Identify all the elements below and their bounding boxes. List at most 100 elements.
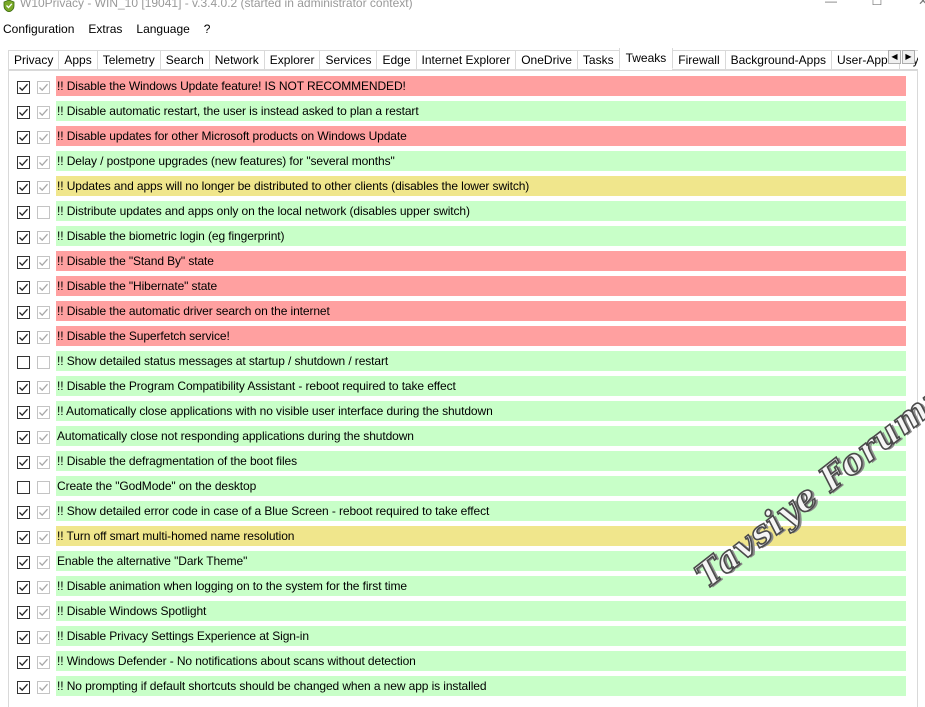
tab-internet-explorer[interactable]: Internet Explorer [415,50,517,70]
setting-label[interactable]: !! Disable automatic restart, the user i… [56,101,906,121]
setting-checkbox[interactable] [17,431,30,444]
setting-checkbox[interactable] [17,81,30,94]
setting-row: !! Disable animation when logging on to … [9,573,919,598]
setting-label[interactable]: !! Disable updates for other Microsoft p… [56,126,906,146]
title-bar: W10Privacy - WIN_10 [19041] - v.3.4.0.2 … [0,0,925,18]
setting-checkbox[interactable] [17,231,30,244]
recommended-checkbox [37,306,50,319]
setting-checkbox[interactable] [17,206,30,219]
setting-label[interactable]: Automatically close not responding appli… [56,426,906,446]
setting-checkbox[interactable] [17,631,30,644]
setting-label[interactable]: !! Disable Windows Spotlight [56,601,906,621]
setting-label[interactable]: !! Disable the Windows Update feature! I… [56,76,906,96]
tab-list: Privacy Apps Telemetry Search Network Explore… [8,48,918,70]
recommended-checkbox [37,206,50,219]
setting-checkbox[interactable] [17,606,30,619]
close-button[interactable]: ✕ [900,0,925,14]
setting-checkbox[interactable] [17,131,30,144]
setting-label[interactable]: !! Show detailed status messages at star… [56,351,906,371]
setting-label[interactable]: !! Disable animation when logging on to … [56,576,906,596]
setting-checkbox[interactable] [17,331,30,344]
setting-checkbox[interactable] [17,381,30,394]
checkmark-icon [39,458,48,467]
setting-label[interactable]: !! Disable the Program Compatibility Ass… [56,376,906,396]
checkmark-icon [39,333,48,342]
checkmark-icon [39,533,48,542]
checkmark-icon [39,683,48,692]
setting-label[interactable]: !! Disable Privacy Settings Experience a… [56,626,906,646]
recommended-checkbox [37,556,50,569]
recommended-checkbox [37,181,50,194]
setting-row: !! Disable the automatic driver search o… [9,298,919,323]
tab-background-apps[interactable]: Background-Apps [724,50,833,70]
checkmark-icon [19,233,28,242]
maximize-button[interactable]: ☐ [854,0,900,14]
setting-label[interactable]: !! Disable the biometric login (eg finge… [56,226,906,246]
checkmark-icon [19,283,28,292]
tab-onedrive[interactable]: OneDrive [515,50,578,70]
setting-checkbox[interactable] [17,406,30,419]
tab-scroll-left-button[interactable]: ◀ [888,50,901,64]
setting-checkbox[interactable] [17,356,30,369]
menu-language[interactable]: Language [132,22,193,36]
setting-label[interactable]: !! Disable the "Hibernate" state [56,276,906,296]
setting-label[interactable]: Enable the alternative "Dark Theme" [56,551,906,571]
menu-help[interactable]: ? [200,22,215,36]
setting-row: !! Disable updates for other Microsoft p… [9,123,919,148]
checkmark-icon [19,508,28,517]
setting-label[interactable]: !! Disable the "Stand By" state [56,251,906,271]
setting-checkbox[interactable] [17,556,30,569]
setting-checkbox[interactable] [17,256,30,269]
setting-label[interactable]: !! Windows Defender - No notifications a… [56,651,906,671]
setting-checkbox[interactable] [17,156,30,169]
tab-services[interactable]: Services [319,50,378,70]
menu-extras[interactable]: Extras [84,22,126,36]
setting-checkbox[interactable] [17,481,30,494]
tab-privacy[interactable]: Privacy [8,50,60,70]
recommended-checkbox [37,256,50,269]
setting-label[interactable]: !! Delay / postpone upgrades (new featur… [56,151,906,171]
setting-checkbox[interactable] [17,531,30,544]
tab-scroll-right-button[interactable]: ▶ [902,50,915,64]
setting-checkbox[interactable] [17,456,30,469]
checkmark-icon [39,608,48,617]
recommended-checkbox [37,681,50,694]
setting-label[interactable]: !! Automatically close applications with… [56,401,906,421]
setting-label[interactable]: !! Disable the automatic driver search o… [56,301,906,321]
checkmark-icon [19,83,28,92]
setting-label[interactable]: !! Disable the defragmentation of the bo… [56,451,906,471]
tab-telemetry[interactable]: Telemetry [96,50,161,70]
checkmark-icon [39,383,48,392]
setting-label[interactable]: !! No prompting if default shortcuts sho… [56,676,906,696]
minimize-button[interactable]: — [808,0,854,14]
checkmark-icon [39,558,48,567]
setting-label[interactable]: !! Updates and apps will no longer be di… [56,176,906,196]
tab-explorer[interactable]: Explorer [263,50,321,70]
setting-checkbox[interactable] [17,656,30,669]
setting-label[interactable]: !! Distribute updates and apps only on t… [56,201,906,221]
recommended-checkbox [37,406,50,419]
tab-firewall[interactable]: Firewall [672,50,726,70]
setting-checkbox[interactable] [17,106,30,119]
setting-row: !! Disable the Windows Update feature! I… [9,73,919,98]
tab-edge[interactable]: Edge [376,50,417,70]
setting-row: Enable the alternative "Dark Theme" [9,548,919,573]
tab-tasks[interactable]: Tasks [576,50,620,70]
tab-network[interactable]: Network [208,50,265,70]
tab-apps[interactable]: Apps [58,50,98,70]
setting-checkbox[interactable] [17,681,30,694]
setting-checkbox[interactable] [17,306,30,319]
setting-checkbox[interactable] [17,506,30,519]
recommended-checkbox [37,106,50,119]
tab-search[interactable]: Search [159,50,210,70]
setting-checkbox[interactable] [17,181,30,194]
setting-label[interactable]: !! Disable the Superfetch service! [56,326,906,346]
checkmark-icon [19,533,28,542]
setting-checkbox[interactable] [17,281,30,294]
setting-checkbox[interactable] [17,581,30,594]
setting-row: !! Delay / postpone upgrades (new featur… [9,148,919,173]
setting-row: !! Disable the Program Compatibility Ass… [9,373,919,398]
checkmark-icon [19,608,28,617]
tab-tweaks[interactable]: Tweaks [618,48,674,69]
menu-configuration[interactable]: Configuration [0,22,78,36]
